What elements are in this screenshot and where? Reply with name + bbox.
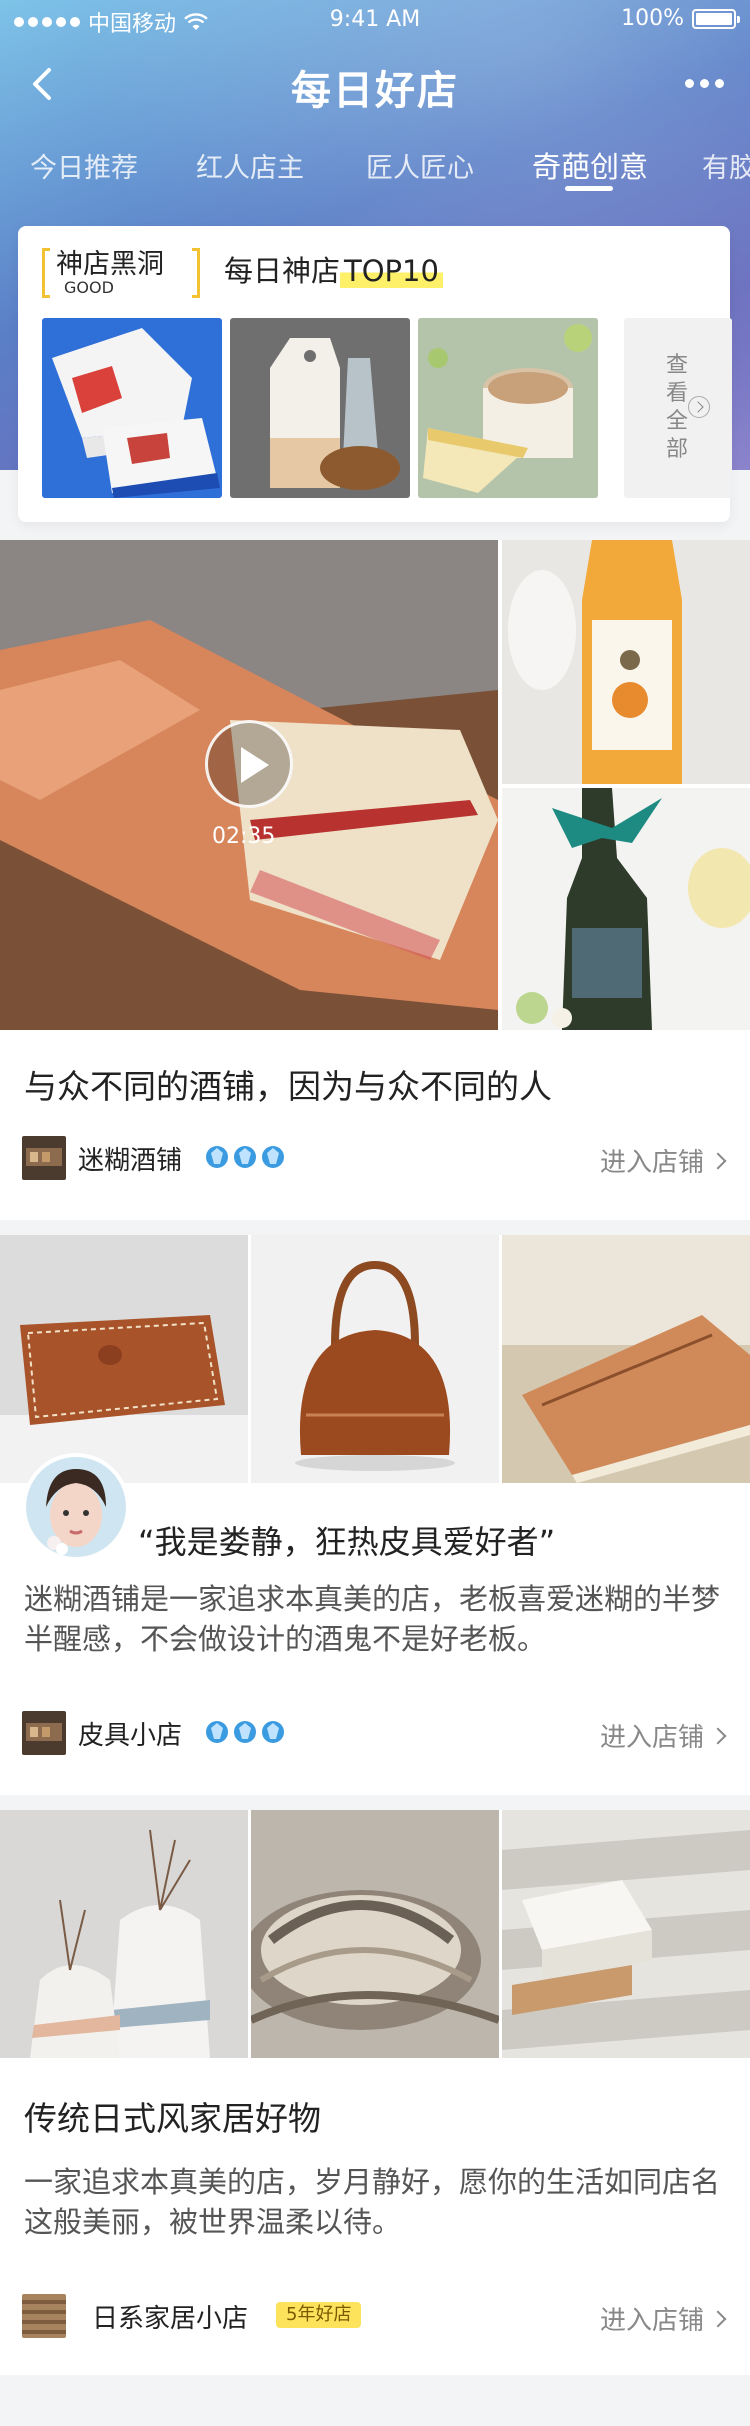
- enter-shop-button[interactable]: 进入店铺: [599, 1717, 727, 1754]
- crown-icon: [262, 1721, 284, 1743]
- shop-avatar: [22, 1711, 66, 1755]
- view-all-label: 查看全部: [666, 353, 689, 462]
- shop-info-row: 迷糊酒铺 进入店铺: [0, 1134, 750, 1182]
- enter-shop-button[interactable]: 进入店铺: [599, 2300, 727, 2337]
- status-right: 100%: [621, 6, 740, 31]
- brand-name: 神店黑洞: [56, 249, 164, 280]
- card-title: 传统日式风家居好物: [24, 2099, 321, 2138]
- crown-icon: [206, 1721, 228, 1743]
- owner-avatar[interactable]: [22, 1453, 130, 1561]
- battery-icon: [692, 8, 740, 29]
- chevron-right-icon: [709, 2310, 727, 2327]
- shop-description: 迷糊酒铺是一家追求本真美的店，老板喜爱迷糊的半梦半醒感，不会做设计的酒鬼不是好老…: [24, 1582, 721, 1656]
- video-duration: 02:35: [212, 824, 276, 849]
- tab-craftsman[interactable]: 匠人匠心: [366, 146, 474, 185]
- shop-card-leather[interactable]: “我是娄静，狂热皮具爱好者” 迷糊酒铺是一家追求本真美的店，老板喜爱迷糊的半梦半…: [0, 1235, 750, 1795]
- shop-card-home[interactable]: 传统日式风家居好物 一家追求本真美的店，岁月静好，愿你的生活如同店名这般美丽，被…: [0, 1810, 750, 2375]
- crown-icon: [262, 1146, 284, 1168]
- crown-icon: [206, 1146, 228, 1168]
- image-soap[interactable]: [502, 1810, 750, 2058]
- more-icon[interactable]: [680, 68, 728, 98]
- nav-bar: 每日好店: [0, 40, 750, 130]
- thumb-sneakers[interactable]: [42, 318, 222, 498]
- view-all-button[interactable]: 查看全部: [624, 318, 732, 498]
- bracket-left: [42, 248, 50, 298]
- owner-quote: “我是娄静，狂热皮具爱好者”: [138, 1523, 556, 1561]
- card-title: 与众不同的酒铺，因为与众不同的人: [24, 1067, 552, 1106]
- tab-influencer[interactable]: 红人店主: [196, 146, 304, 185]
- top10-thumbnails: 查看全部: [42, 318, 732, 498]
- top10-highlight: TOP10: [340, 254, 443, 288]
- thumb-cake[interactable]: [418, 318, 598, 498]
- shop-info-row: 日系家居小店 5年好店 进入店铺: [0, 2292, 750, 2340]
- crown-icon: [234, 1146, 256, 1168]
- shop-name[interactable]: 日系家居小店: [92, 2298, 248, 2335]
- image-yuzu-bottle[interactable]: [502, 540, 750, 784]
- image-vases[interactable]: [0, 1810, 248, 2058]
- image-leather-bag[interactable]: [251, 1235, 499, 1483]
- enter-shop-button[interactable]: 进入店铺: [599, 1142, 727, 1179]
- arrow-right-icon: [688, 396, 710, 418]
- shop-badge: 5年好店: [276, 2302, 362, 2328]
- top10-title: 每日神店 TOP10: [224, 248, 443, 290]
- tab-more[interactable]: 有胶: [702, 146, 750, 185]
- top10-prefix: 每日神店: [224, 254, 341, 288]
- bracket-right: [192, 248, 200, 298]
- battery-percent: 100%: [621, 6, 684, 31]
- tab-today[interactable]: 今日推荐: [30, 146, 138, 185]
- play-icon[interactable]: [205, 720, 293, 808]
- crown-level: [204, 1719, 286, 1745]
- chevron-right-icon: [709, 1727, 727, 1744]
- enter-shop-label: 进入店铺: [599, 1723, 704, 1753]
- brand-logo: 神店黑洞 GOOD: [42, 242, 200, 304]
- shop-info-row: 皮具小店 进入店铺: [0, 1709, 750, 1757]
- top10-card[interactable]: 神店黑洞 GOOD 每日神店 TOP10 查看全部: [18, 226, 732, 522]
- thumb-cutting-board[interactable]: [230, 318, 410, 498]
- image-white-wine[interactable]: [502, 788, 750, 1030]
- shop-avatar: [22, 2294, 66, 2338]
- page-title: 每日好店: [291, 68, 459, 114]
- crown-icon: [234, 1721, 256, 1743]
- status-bar: 中国移动 9:41 AM 100%: [0, 0, 750, 40]
- active-tab-indicator: [565, 186, 613, 191]
- image-woven-basket[interactable]: [251, 1810, 499, 2058]
- chevron-right-icon: [709, 1152, 727, 1169]
- tab-creative[interactable]: 奇葩创意: [532, 144, 648, 186]
- crown-level: [204, 1144, 286, 1170]
- enter-shop-label: 进入店铺: [599, 1148, 704, 1178]
- category-tabs: 今日推荐 红人店主 匠人匠心 奇葩创意 有胶: [0, 140, 750, 196]
- brand-subtitle: GOOD: [64, 278, 114, 297]
- shop-card-wine[interactable]: 02:35 与众不同的酒铺，因为与众不同的人 迷糊酒铺 进入店铺: [0, 540, 750, 1220]
- enter-shop-label: 进入店铺: [599, 2306, 704, 2336]
- image-leather-wallet[interactable]: [0, 1235, 248, 1483]
- shop-avatar: [22, 1136, 66, 1180]
- shop-name[interactable]: 迷糊酒铺: [78, 1140, 182, 1177]
- shop-description: 一家追求本真美的店，岁月静好，愿你的生活如同店名这般美丽，被世界温柔以待。: [24, 2165, 721, 2239]
- shop-name[interactable]: 皮具小店: [78, 1715, 182, 1752]
- image-leather-journal[interactable]: [502, 1235, 750, 1483]
